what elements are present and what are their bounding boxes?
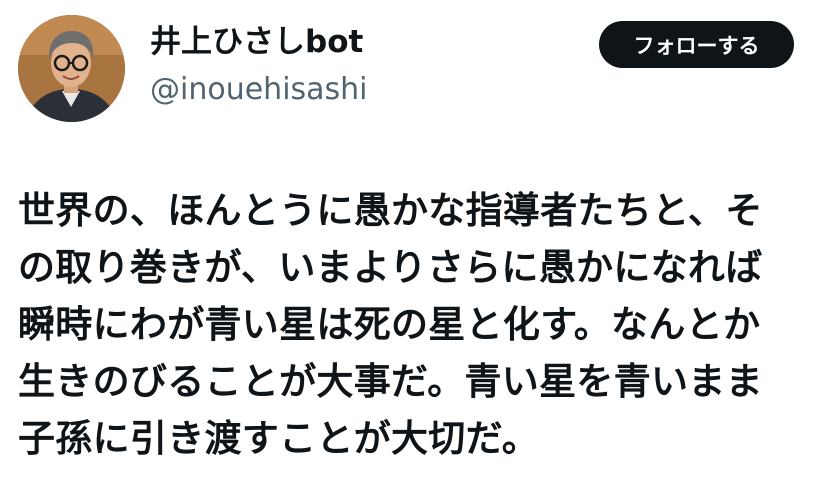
tweet-text-line: の取り巻きが、いまよりさらに愚かになれば [18, 246, 763, 289]
follow-button[interactable]: フォローする [599, 21, 794, 68]
tweet-text: 世界の、ほんとうに愚かな指導者たちと、そ の取り巻きが、いまよりさらに愚かになれ… [18, 182, 818, 467]
tweet-text-line: 生きのびることが大事だ。青い星を青いまま [18, 360, 763, 403]
tweet-text-line: 瞬時にわが青い星は死の星と化す。なんとか [18, 303, 761, 346]
tweet-card: 井上ひさしbot @inouehisashi フォローする 世界の、ほんとうに愚… [0, 0, 828, 495]
profile-photo-icon [18, 15, 125, 122]
author-name[interactable]: 井上ひさしbot [150, 22, 363, 62]
tweet-text-line: 世界の、ほんとうに愚かな指導者たちと、そ [18, 189, 763, 232]
author-handle[interactable]: @inouehisashi [150, 70, 368, 110]
avatar[interactable] [18, 15, 125, 122]
tweet-text-line: 子孫に引き渡すことが大切だ。 [18, 417, 540, 460]
